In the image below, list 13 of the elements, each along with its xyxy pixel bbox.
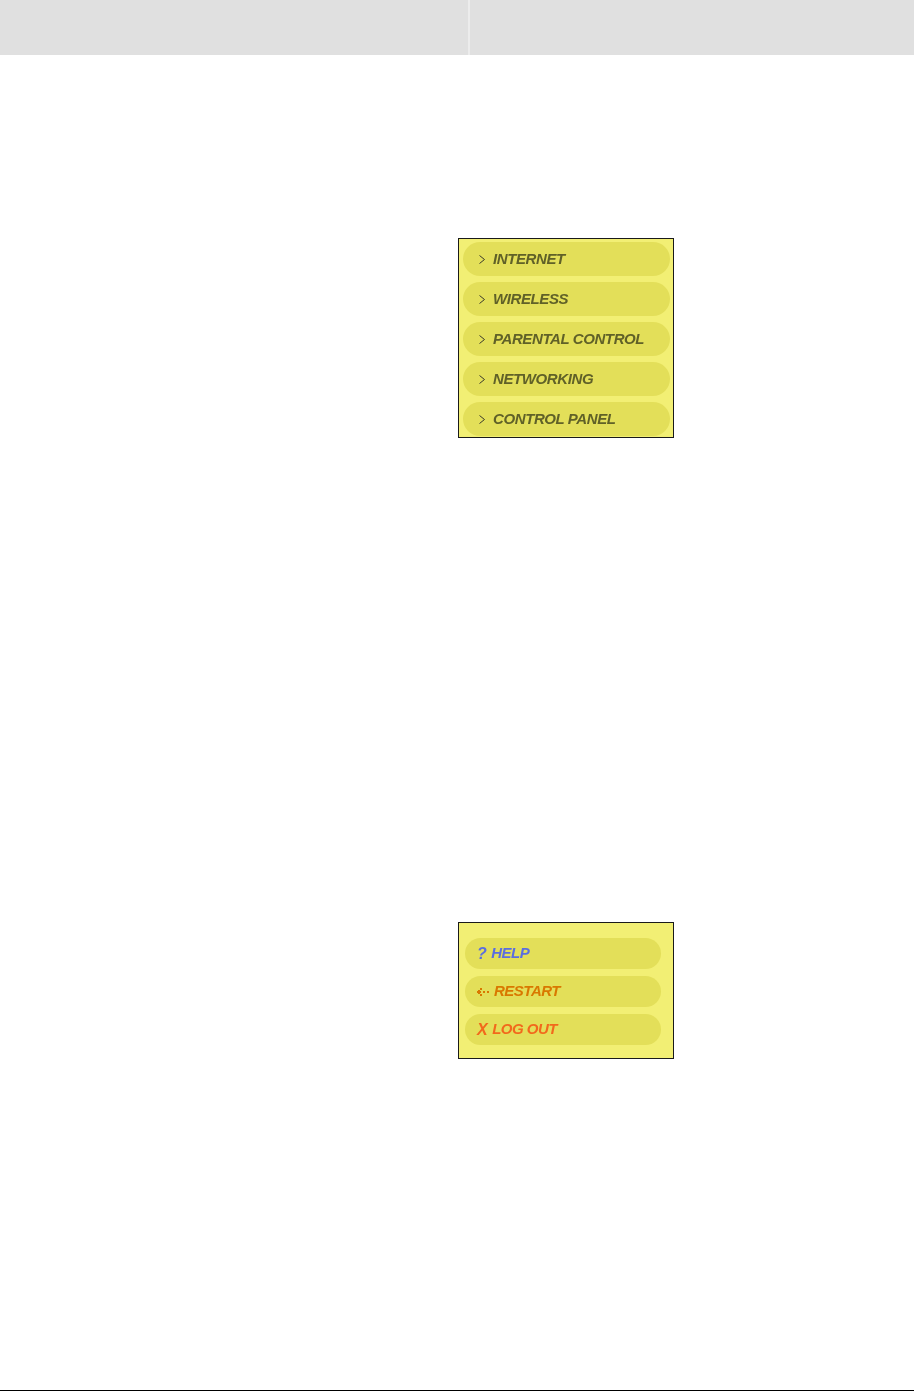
chevron-right-icon (479, 254, 485, 264)
question-mark-icon: ? (477, 945, 487, 962)
menu-item[interactable]: INTERNET (463, 242, 670, 276)
x-mark-icon: X (477, 1021, 488, 1038)
menu-item[interactable]: CONTROL PANEL (463, 402, 670, 436)
action-item[interactable]: ? HELP (465, 938, 661, 969)
chevron-right-icon (479, 414, 485, 424)
chevron-right-icon (479, 374, 485, 384)
menu-item[interactable]: WIRELESS (463, 282, 670, 316)
menu-item[interactable]: PARENTAL CONTROL (463, 322, 670, 356)
menu-item[interactable]: NETWORKING (463, 362, 670, 396)
chevron-right-icon (479, 294, 485, 304)
chevron-right-icon (479, 334, 485, 344)
